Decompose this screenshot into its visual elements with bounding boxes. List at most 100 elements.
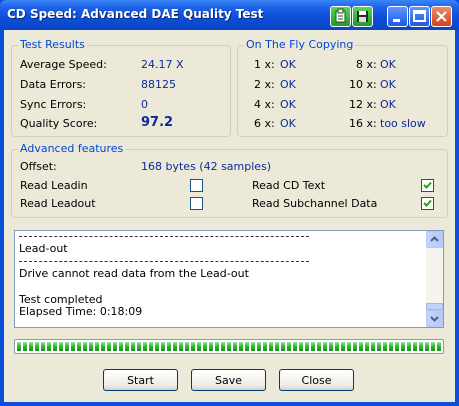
average-speed-value: 24.17 X bbox=[141, 58, 184, 71]
progress-block bbox=[17, 342, 21, 351]
fly-speed-result: OK bbox=[280, 117, 296, 130]
progress-block bbox=[119, 342, 123, 351]
progress-block bbox=[83, 342, 87, 351]
fly-speed-result: OK bbox=[280, 58, 296, 71]
test-results-title: Test Results bbox=[18, 38, 87, 51]
progress-block bbox=[149, 342, 153, 351]
progress-block bbox=[89, 342, 93, 351]
progress-block bbox=[269, 342, 273, 351]
progress-block bbox=[335, 342, 339, 351]
maximize-icon[interactable] bbox=[409, 6, 430, 27]
on-the-fly-group: On The Fly Copying 1 x: OK 8 x: OK 2 x: … bbox=[237, 38, 448, 137]
progress-bar bbox=[14, 339, 444, 354]
read-subchannel-label: Read Subchannel Data bbox=[252, 197, 378, 210]
progress-block bbox=[107, 342, 111, 351]
save-button[interactable]: Save bbox=[191, 369, 266, 391]
fly-speed-result: OK bbox=[280, 98, 296, 111]
progress-block bbox=[233, 342, 237, 351]
close-icon[interactable] bbox=[431, 6, 452, 27]
close-button[interactable]: Close bbox=[279, 369, 354, 391]
progress-block bbox=[263, 342, 267, 351]
log-line: Drive cannot read data from the Lead-out bbox=[19, 267, 249, 280]
log-line: Lead-out bbox=[19, 242, 68, 255]
test-results-group: Test Results Average Speed: 24.17 X Data… bbox=[11, 38, 231, 137]
progress-block bbox=[347, 342, 351, 351]
progress-block bbox=[35, 342, 39, 351]
progress-block bbox=[257, 342, 261, 351]
checkmark-icon bbox=[423, 181, 432, 189]
progress-block bbox=[431, 342, 435, 351]
progress-block bbox=[419, 342, 423, 351]
progress-block bbox=[413, 342, 417, 351]
progress-block bbox=[215, 342, 219, 351]
read-cd-text-label: Read CD Text bbox=[252, 179, 326, 192]
progress-block bbox=[197, 342, 201, 351]
progress-block bbox=[353, 342, 357, 351]
data-errors-value: 88125 bbox=[141, 78, 176, 91]
progress-block bbox=[371, 342, 375, 351]
progress-block bbox=[329, 342, 333, 351]
data-errors-label: Data Errors: bbox=[20, 78, 87, 91]
progress-block bbox=[179, 342, 183, 351]
progress-block bbox=[143, 342, 147, 351]
progress-block bbox=[113, 342, 117, 351]
progress-block bbox=[161, 342, 165, 351]
progress-block bbox=[401, 342, 405, 351]
fly-speed-label: 16 x: bbox=[349, 117, 377, 130]
title-bar[interactable]: CD Speed: Advanced DAE Quality Test bbox=[0, 0, 459, 30]
progress-block bbox=[407, 342, 411, 351]
progress-block bbox=[365, 342, 369, 351]
read-leadout-checkbox[interactable] bbox=[190, 197, 203, 210]
progress-block bbox=[95, 342, 99, 351]
read-leadin-checkbox[interactable] bbox=[190, 179, 203, 192]
on-the-fly-title: On The Fly Copying bbox=[244, 38, 356, 51]
progress-block bbox=[23, 342, 27, 351]
save-disk-icon[interactable] bbox=[352, 6, 373, 27]
progress-block bbox=[281, 342, 285, 351]
progress-block bbox=[167, 342, 171, 351]
fly-speed-result: OK bbox=[380, 78, 396, 91]
progress-block bbox=[173, 342, 177, 351]
clipboard-icon[interactable] bbox=[330, 6, 351, 27]
progress-block bbox=[131, 342, 135, 351]
progress-block bbox=[191, 342, 195, 351]
progress-block bbox=[383, 342, 387, 351]
window-title: CD Speed: Advanced DAE Quality Test bbox=[7, 7, 264, 21]
progress-block bbox=[377, 342, 381, 351]
progress-block bbox=[305, 342, 309, 351]
advanced-features-group: Advanced features Offset: 168 bytes (42 … bbox=[11, 142, 448, 218]
read-leadin-label: Read Leadin bbox=[20, 179, 88, 192]
progress-block bbox=[389, 342, 393, 351]
progress-block bbox=[125, 342, 129, 351]
minimize-icon[interactable] bbox=[387, 6, 408, 27]
progress-block bbox=[251, 342, 255, 351]
fly-speed-label: 4 x: bbox=[254, 98, 275, 111]
progress-block bbox=[425, 342, 429, 351]
progress-block bbox=[155, 342, 159, 351]
progress-block bbox=[185, 342, 189, 351]
read-cd-text-checkbox[interactable] bbox=[421, 179, 434, 192]
read-subchannel-checkbox[interactable] bbox=[421, 197, 434, 210]
scroll-up-button[interactable] bbox=[426, 231, 443, 248]
progress-block bbox=[275, 342, 279, 351]
scroll-thumb[interactable] bbox=[426, 303, 443, 310]
log-separator bbox=[19, 261, 309, 262]
progress-block bbox=[41, 342, 45, 351]
progress-block bbox=[137, 342, 141, 351]
fly-speed-label: 10 x: bbox=[349, 78, 377, 91]
progress-block bbox=[245, 342, 249, 351]
fly-speed-result: OK bbox=[280, 78, 296, 91]
log-scrollbar[interactable] bbox=[426, 231, 443, 327]
progress-block bbox=[395, 342, 399, 351]
fly-speed-label: 8 x: bbox=[356, 58, 377, 71]
progress-block bbox=[287, 342, 291, 351]
progress-block bbox=[209, 342, 213, 351]
progress-block bbox=[71, 342, 75, 351]
read-leadout-label: Read Leadout bbox=[20, 197, 96, 210]
sync-errors-label: Sync Errors: bbox=[20, 98, 87, 111]
start-button[interactable]: Start bbox=[103, 369, 178, 391]
scroll-down-button[interactable] bbox=[426, 310, 443, 327]
log-output[interactable]: Lead-out Drive cannot read data from the… bbox=[14, 230, 444, 328]
progress-block bbox=[203, 342, 207, 351]
offset-value: 168 bytes (42 samples) bbox=[141, 160, 272, 173]
